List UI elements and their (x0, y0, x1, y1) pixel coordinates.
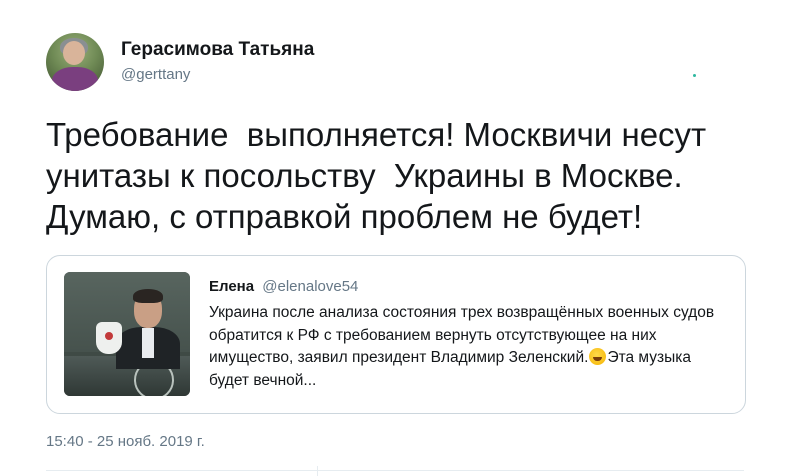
tweet-text: Требование выполняется! Москвичи несут у… (46, 116, 716, 235)
quoted-tweet-image[interactable] (64, 272, 190, 396)
speaker-shirt-shape (142, 328, 154, 358)
author-avatar[interactable] (46, 33, 104, 91)
quoted-author[interactable]: Елена @elenalove54 (209, 278, 358, 295)
tweet-card: Герасимова Татьяна @gerttany Требование … (0, 0, 794, 476)
avatar-head-shape (63, 41, 85, 65)
quoted-tweet-card[interactable]: Елена @elenalove54 Украина после анализа… (46, 255, 746, 414)
author-name[interactable]: Герасимова Татьяна (121, 39, 314, 61)
author-handle[interactable]: @gerttany (121, 66, 190, 83)
stray-dot-mark (693, 74, 696, 77)
rolling-on-floor-laughing-emoji-icon (589, 348, 607, 365)
red-cross-mark (105, 332, 113, 340)
bottom-divider (46, 470, 744, 471)
avatar-body-shape (52, 67, 98, 91)
quoted-author-handle[interactable]: @elenalove54 (262, 278, 358, 295)
bottom-divider-tick (317, 466, 318, 476)
quoted-tweet-text: Украина после анализа состояния трех воз… (209, 302, 729, 392)
tweet-timestamp[interactable]: 15:40 - 25 нояб. 2019 г. (46, 433, 205, 450)
quoted-author-name[interactable]: Елена (209, 278, 254, 295)
speaker-hair-shape (133, 289, 163, 303)
